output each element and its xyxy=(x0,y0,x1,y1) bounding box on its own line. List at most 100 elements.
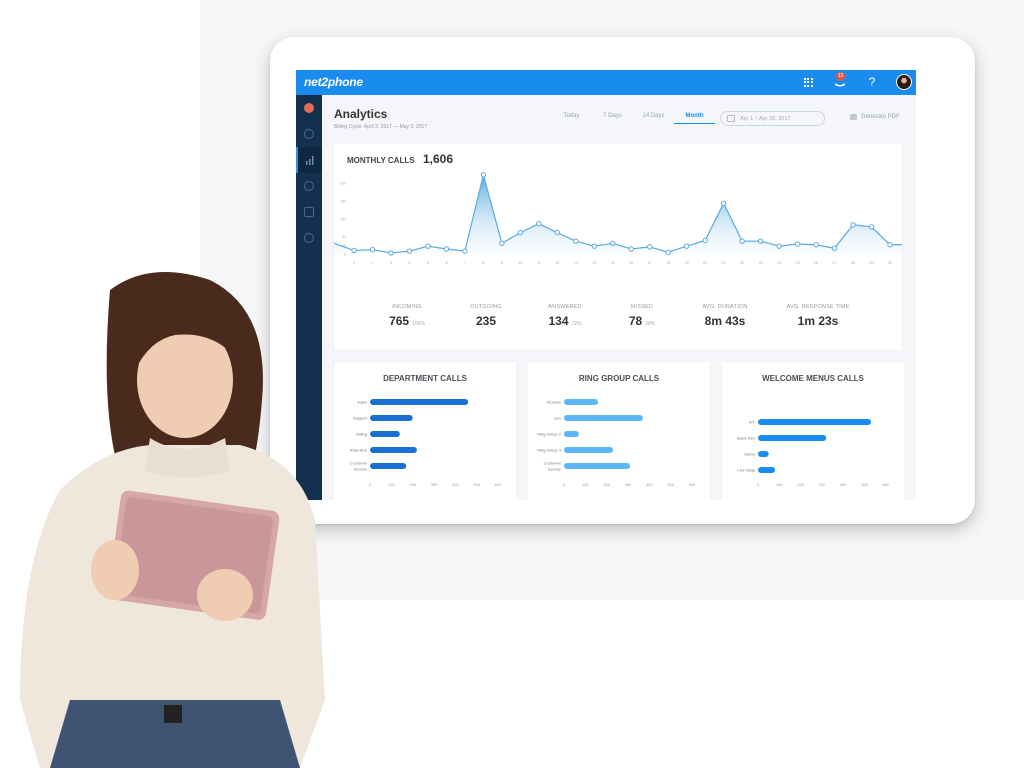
x-tick-label: 100 xyxy=(582,483,588,487)
x-tick-label: 3 xyxy=(390,261,392,265)
x-tick-label: 24 xyxy=(777,261,781,265)
calendar-icon xyxy=(727,115,735,122)
sidebar-item-profile[interactable] xyxy=(296,95,322,121)
x-tick-label: 27 xyxy=(832,261,836,265)
notifications-icon[interactable]: 12 xyxy=(832,72,848,91)
data-point[interactable] xyxy=(610,240,616,247)
bar[interactable] xyxy=(758,451,769,457)
right-hand xyxy=(197,569,253,621)
bar[interactable] xyxy=(758,435,827,441)
page-title: Analytics xyxy=(334,107,388,121)
sidebar-item-analytics[interactable] xyxy=(296,147,322,173)
department-calls-title: DEPARTMENT CALLS xyxy=(383,374,467,383)
sidebar-item-phones[interactable] xyxy=(296,199,322,225)
monthly-calls-chart: 025501001502001 2 3 4 5 6 7 8 9 10 11 12 13 14 15 16 17 1… xyxy=(334,172,902,265)
data-point[interactable] xyxy=(462,248,468,254)
x-tick-label: 600 xyxy=(495,483,501,487)
data-point[interactable] xyxy=(554,229,561,236)
bar[interactable] xyxy=(564,399,599,405)
data-point[interactable] xyxy=(665,249,671,255)
data-point[interactable] xyxy=(720,200,727,207)
data-point[interactable] xyxy=(591,243,597,249)
data-point[interactable] xyxy=(443,246,450,252)
x-tick-label: 400 xyxy=(840,483,846,487)
y-tick-label: 200 xyxy=(340,182,346,186)
data-point[interactable] xyxy=(536,220,542,227)
data-point[interactable] xyxy=(388,250,394,256)
data-point[interactable] xyxy=(850,222,856,228)
data-point[interactable] xyxy=(887,242,893,248)
bar[interactable] xyxy=(758,419,872,425)
generate-pdf-button[interactable]: Generate PDF xyxy=(850,114,900,120)
dialpad-icon[interactable] xyxy=(800,73,816,91)
dashboard-gauge-icon xyxy=(304,129,314,139)
user-avatar[interactable] xyxy=(896,74,912,90)
category-label: Service xyxy=(548,467,562,472)
user-avatar-icon xyxy=(304,103,314,113)
x-tick-label: 200 xyxy=(603,483,609,487)
x-tick-label: 0 xyxy=(757,483,759,487)
bar[interactable] xyxy=(370,447,417,453)
data-point[interactable] xyxy=(683,243,690,249)
tab-14-days[interactable]: 14 Days xyxy=(633,113,674,124)
bar[interactable] xyxy=(564,431,579,437)
x-tick-label: 500 xyxy=(861,483,867,487)
sidebar-item-settings[interactable] xyxy=(296,225,322,251)
stat-value: 8m 43s xyxy=(704,314,746,328)
x-tick-label: 5 xyxy=(427,261,429,265)
sidebar-item-call-history[interactable] xyxy=(296,173,322,199)
data-point[interactable] xyxy=(425,243,431,249)
y-tick-label: 150 xyxy=(340,200,346,204)
data-point[interactable] xyxy=(776,243,782,249)
x-tick-label: 19 xyxy=(685,261,689,265)
data-point[interactable] xyxy=(351,247,357,254)
data-point[interactable] xyxy=(573,238,579,244)
x-tick-label: 9 xyxy=(501,261,503,265)
sidebar-item-dashboard[interactable] xyxy=(296,121,322,147)
data-point[interactable] xyxy=(831,245,838,251)
bar[interactable] xyxy=(564,447,614,453)
tab-month[interactable]: Month xyxy=(674,113,715,124)
bar[interactable] xyxy=(758,467,776,473)
bar[interactable] xyxy=(370,399,469,405)
data-point[interactable] xyxy=(480,172,487,178)
tab-7-days[interactable]: 7 Days xyxy=(592,113,633,124)
period-tabs: Today 7 Days 14 Days Month xyxy=(551,113,715,124)
bar[interactable] xyxy=(564,463,631,469)
data-point[interactable] xyxy=(406,248,413,254)
data-point[interactable] xyxy=(369,247,376,253)
x-tick-label: 500 xyxy=(667,483,673,487)
brand-logo[interactable]: net2phone xyxy=(304,75,363,89)
area-fill xyxy=(334,174,902,254)
left-hand xyxy=(91,540,139,600)
generate-pdf-label: Generate PDF xyxy=(861,114,900,120)
series-line xyxy=(334,174,902,254)
x-tick-label: 30 xyxy=(888,261,892,265)
data-point[interactable] xyxy=(757,238,764,244)
bar[interactable] xyxy=(370,415,413,421)
help-icon[interactable]: ? xyxy=(864,73,880,91)
x-tick-label: 28 xyxy=(851,261,855,265)
x-tick-label: 2 xyxy=(371,261,373,265)
tab-today[interactable]: Today xyxy=(551,113,592,124)
y-tick-label: 100 xyxy=(340,217,346,221)
data-point[interactable] xyxy=(517,229,524,236)
bar[interactable] xyxy=(370,431,400,437)
bar[interactable] xyxy=(564,415,643,421)
data-point[interactable] xyxy=(868,224,875,230)
data-point[interactable] xyxy=(628,246,634,252)
data-point[interactable] xyxy=(647,244,653,250)
category-label: Zen xyxy=(554,416,561,421)
settings-gear-icon xyxy=(304,233,314,243)
bar[interactable] xyxy=(370,463,407,469)
data-point[interactable] xyxy=(813,242,819,248)
date-range-picker[interactable]: Apr 1 – Apr 30, 2017 xyxy=(720,111,825,126)
data-point[interactable] xyxy=(702,237,708,244)
data-point[interactable] xyxy=(499,240,505,247)
category-label: Basic Rev xyxy=(737,436,755,441)
data-point[interactable] xyxy=(794,241,801,247)
data-point[interactable] xyxy=(739,238,745,244)
top-navigation-bar: net2phone 12 ? xyxy=(296,70,916,95)
app-screen: net2phone 12 ? Analytics Billing Cycle: … xyxy=(296,70,916,500)
x-tick-label: 16 xyxy=(629,261,633,265)
